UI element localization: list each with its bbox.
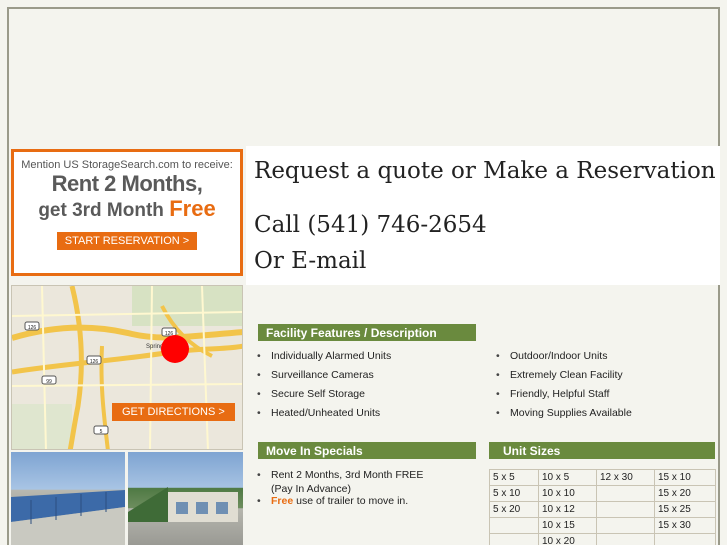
quote-panel: Request a quote or Make a Reservation Ca…: [246, 146, 720, 285]
table-cell: [489, 517, 539, 534]
table-cell: 10 x 12: [538, 501, 597, 518]
promo-free-text: Free: [169, 196, 216, 221]
list-item: Individually Alarmed Units: [257, 350, 391, 369]
special-free-text: Free: [271, 495, 294, 507]
table-cell: 5 x 20: [489, 501, 539, 518]
email-link[interactable]: Or E-mail: [254, 248, 366, 274]
table-cell: 15 x 20: [654, 485, 716, 502]
table-cell: 12 x 30: [596, 469, 655, 486]
table-cell: [654, 533, 716, 545]
list-item: Extremely Clean Facility: [496, 369, 632, 388]
storage-units-illustration: [11, 490, 125, 545]
table-cell: [596, 517, 655, 534]
table-row: 5 x 20 10 x 12 15 x 25: [489, 501, 716, 518]
table-cell: 15 x 25: [654, 501, 716, 518]
table-row: 5 x 10 10 x 10 15 x 20: [489, 485, 716, 502]
unit-sizes-table: 5 x 5 10 x 5 12 x 30 15 x 10 5 x 10 10 x…: [489, 469, 716, 545]
list-item: Outdoor/Indoor Units: [496, 350, 632, 369]
table-cell: 15 x 30: [654, 517, 716, 534]
map-route-label: 126: [90, 359, 99, 365]
map-route-label: 5: [100, 429, 103, 435]
map-route-label: 99: [46, 379, 52, 385]
promo-mention-text: Mention US StorageSearch.com to receive:: [21, 159, 233, 171]
specials-list: Rent 2 Months, 3rd Month FREE (Pay In Ad…: [257, 468, 423, 520]
quote-title[interactable]: Request a quote or Make a Reservation: [254, 158, 716, 184]
features-list-right: Outdoor/Indoor Units Extremely Clean Fac…: [496, 350, 632, 426]
unit-sizes-heading: Unit Sizes: [489, 442, 715, 459]
map-place-label: Spring: [146, 344, 163, 350]
location-map[interactable]: 126 126 126 99 5 Spring GET DIRECTIONS >: [11, 285, 243, 450]
table-cell: [596, 533, 655, 545]
list-item: Secure Self Storage: [257, 388, 391, 407]
list-item: Heated/Unheated Units: [257, 407, 391, 426]
office-building-illustration: [128, 487, 238, 522]
facility-photo-units: [11, 452, 125, 545]
special-trailer-text: use of trailer to move in.: [293, 495, 409, 507]
promo-banner[interactable]: Mention US StorageSearch.com to receive:…: [11, 149, 243, 276]
list-item: Rent 2 Months, 3rd Month FREE (Pay In Ad…: [257, 468, 424, 495]
features-list-left: Individually Alarmed Units Surveillance …: [257, 350, 391, 426]
call-phone-link[interactable]: Call (541) 746-2654: [254, 212, 487, 238]
facility-photo-office: [128, 452, 243, 545]
special-rent-text: Rent 2 Months, 3rd Month FREE: [271, 469, 424, 481]
table-cell: [596, 485, 655, 502]
facility-features-heading: Facility Features / Description: [258, 324, 476, 341]
list-item: Friendly, Helpful Staff: [496, 388, 632, 407]
table-cell: 5 x 10: [489, 485, 539, 502]
promo-subheadline: get 3rd Month Free: [14, 197, 240, 223]
table-cell: 5 x 5: [489, 469, 539, 486]
table-cell: 15 x 10: [654, 469, 716, 486]
table-row: 5 x 5 10 x 5 12 x 30 15 x 10: [489, 469, 716, 486]
table-cell: [596, 501, 655, 518]
table-row: 10 x 20: [489, 533, 716, 545]
location-marker-icon: [161, 335, 189, 363]
start-reservation-button[interactable]: START RESERVATION >: [56, 232, 198, 250]
table-cell: 10 x 5: [538, 469, 597, 486]
table-cell: 10 x 10: [538, 485, 597, 502]
move-in-specials-heading: Move In Specials: [258, 442, 476, 459]
table-cell: [489, 533, 539, 545]
promo-headline: Rent 2 Months,: [51, 171, 203, 196]
list-item: Moving Supplies Available: [496, 407, 632, 426]
table-row: 10 x 15 15 x 30: [489, 517, 716, 534]
table-cell: 10 x 15: [538, 517, 597, 534]
table-cell: 10 x 20: [538, 533, 597, 545]
map-route-label: 126: [28, 325, 37, 331]
map-graphic: 126 126 126 99 5 Spring: [12, 286, 242, 449]
promo-subheadline-text: get 3rd Month: [38, 200, 170, 221]
list-item: Surveillance Cameras: [257, 369, 391, 388]
list-item: Free use of trailer to move in.: [257, 494, 423, 513]
get-directions-button[interactable]: GET DIRECTIONS >: [112, 403, 235, 421]
